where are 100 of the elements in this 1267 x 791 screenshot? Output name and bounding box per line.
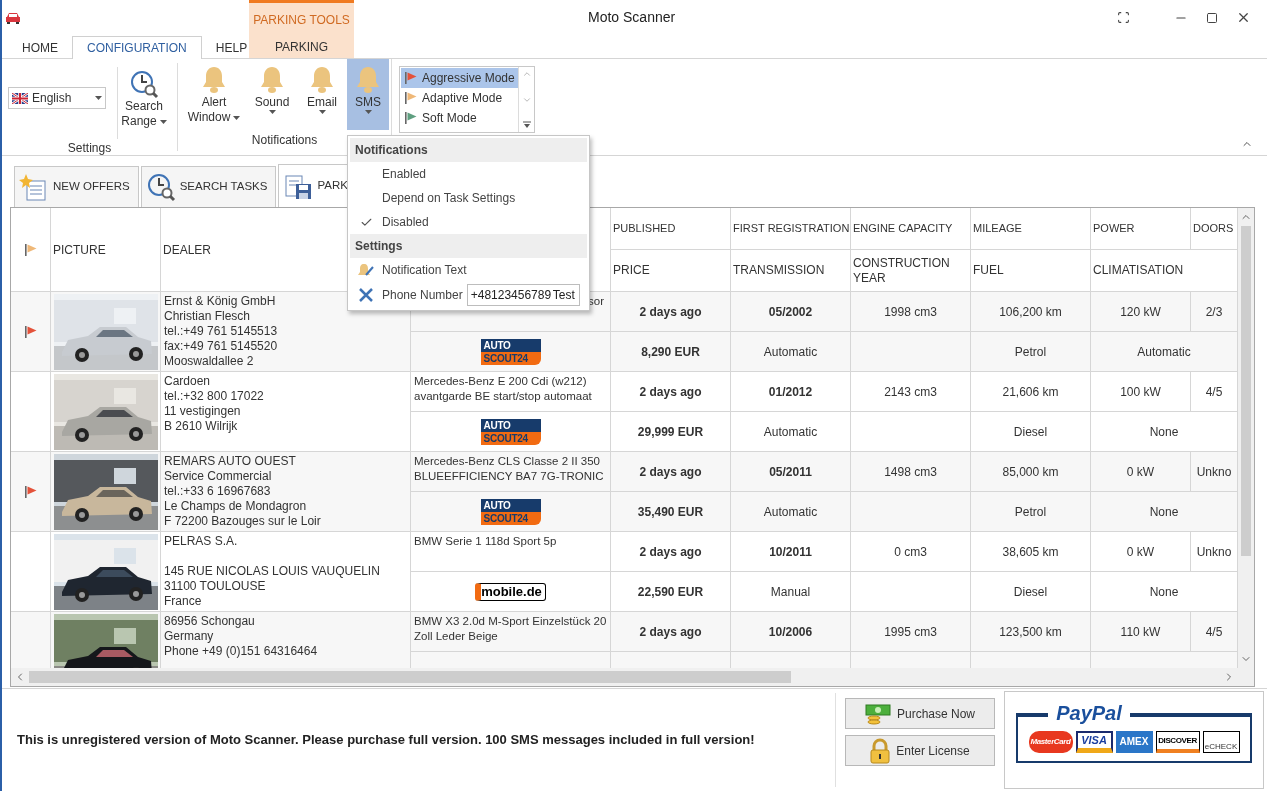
fullscreen-icon[interactable] [1117, 11, 1130, 24]
view-tab[interactable]: NEW OFFERS [14, 166, 139, 207]
flag-icon [23, 324, 38, 339]
table-cell: 2 days ago [611, 292, 731, 332]
mastercard-logo: MasterCard [1028, 731, 1073, 753]
column-header: FUEL [973, 263, 1004, 278]
money-icon [864, 702, 891, 725]
caret-icon [233, 116, 241, 121]
ribbon-tab[interactable]: PARKING [260, 35, 343, 58]
flag-icon [23, 484, 38, 499]
language-dropdown[interactable]: English [8, 87, 106, 109]
table-cell: 10/2011 [731, 532, 851, 572]
dealer-text: Phone +49 (0)151 64316464 [164, 644, 318, 659]
table-cell: 106,200 km [971, 292, 1091, 332]
dealer-text: France [164, 594, 202, 609]
table-cell: 10/2006 [731, 612, 851, 652]
table-cell: 85,000 km [971, 452, 1091, 492]
dealer-text: 31100 TOULOUSE [164, 579, 266, 594]
action-button[interactable]: Enter License [845, 735, 995, 766]
table-cell: 2 days ago [611, 452, 731, 492]
column-header: TRANSMISSION [733, 263, 825, 278]
menu-item[interactable]: Notification Text [350, 258, 587, 282]
ribbon-button[interactable]: Alert Window [185, 59, 243, 130]
ribbon-tab[interactable]: HOME [8, 36, 72, 59]
horizontal-scrollbar[interactable] [11, 668, 1254, 686]
unregistered-notice: This is unregistered version of Moto Scanner. Please purchase full version. 100 SMS messages included in full version! [17, 731, 755, 750]
table-cell: 120 kW [1091, 292, 1191, 332]
dealer-text: 145 RUE NICOLAS LOUIS VAUQUELIN [164, 564, 380, 579]
title-cell: BMW X3 2.0d M-Sport Einzelstück 20 Zoll Leder Beige [411, 612, 611, 652]
amex-logo: AMEX [1115, 731, 1153, 753]
padlock-icon [870, 737, 891, 764]
table-cell: 05/2002 [731, 292, 851, 332]
contextual-group-title: PARKING TOOLS [252, 12, 351, 29]
ribbon-button[interactable]: SMS [347, 59, 389, 130]
view-tab[interactable]: SEARCH TASKS [140, 166, 277, 207]
autoscout-logo: AUTO SCOUT24 [480, 338, 541, 365]
table-cell: 2 days ago [611, 612, 731, 652]
dealer-text: Mooswaldallee 2 [164, 354, 254, 369]
column-header: ENGINE CAPACITY [853, 221, 953, 237]
table-cell: 123,500 km [971, 612, 1091, 652]
dealer-text: B 2610 Wilrijk [164, 419, 238, 434]
autoscout-logo: AUTO SCOUT24 [480, 498, 541, 525]
column-header: DOORS [1193, 221, 1234, 237]
dealer-text: F 72200 Bazouges sur le Loir [164, 514, 321, 529]
caret-icon [159, 120, 167, 125]
dealer-text: Christian Flesch [164, 309, 251, 324]
column-header: CLIMATISATION [1093, 263, 1184, 278]
menu-item[interactable]: Disabled [350, 210, 587, 234]
caret-icon [318, 110, 326, 114]
vertical-scrollbar[interactable] [1238, 208, 1254, 668]
column-header: POWER [1093, 221, 1135, 237]
ribbon-button[interactable]: Search Range [118, 63, 170, 134]
mode-item[interactable]: Aggressive Mode [401, 68, 518, 88]
maximize-icon[interactable] [1206, 11, 1218, 24]
dealer-text: Le Champs de Mondagron [164, 499, 307, 514]
dealer-text: Cardoen [164, 374, 211, 389]
table-cell: 01/2012 [731, 372, 851, 412]
caret-icon [364, 110, 372, 114]
ribbon-button[interactable]: Email [301, 59, 343, 130]
more-icon[interactable] [521, 120, 532, 130]
scroll-up-icon[interactable] [521, 69, 532, 79]
mode-item[interactable]: Soft Mode [401, 108, 518, 128]
title-cell: Mercedes-Benz CLS Classe 2 II 350 BLUEEFFICIENCY BA7 7G-TRONIC [411, 452, 611, 492]
ribbon-tab[interactable]: HELP [201, 36, 262, 59]
caret-icon [95, 96, 102, 100]
table-cell: 0 cm3 [851, 532, 971, 572]
table-cell: 1498 cm3 [851, 452, 971, 492]
mobile-logo: mobile.de [475, 582, 546, 601]
dealer-text: 86956 Schongau [164, 614, 255, 629]
new-document-icon [19, 172, 49, 202]
menu-section-header: Notifications [350, 138, 587, 162]
caret-icon [268, 110, 276, 114]
dealer-text: Germany [164, 629, 214, 644]
table-cell: 0 kW [1091, 532, 1191, 572]
dealer-text: Ernst & König GmbH [164, 294, 276, 309]
action-button[interactable]: Purchase Now [845, 698, 995, 729]
clock-search-icon [129, 69, 159, 99]
close-icon[interactable] [1236, 10, 1251, 25]
dealer-text: tel.:+49 761 5145513 [164, 324, 278, 339]
visa-logo: VISA [1075, 731, 1113, 753]
dealer-text: Service Commercial [164, 469, 272, 484]
table-cell: 05/2011 [731, 452, 851, 492]
bell-icon [259, 65, 285, 95]
dealer-text: tel.:+32 800 17022 [164, 389, 264, 404]
table-cell: 2143 cm3 [851, 372, 971, 412]
mode-item[interactable]: Adaptive Mode [401, 88, 518, 108]
column-header: MILEAGE [973, 221, 1022, 237]
table-cell: 1995 cm3 [851, 612, 971, 652]
table-cell: 21,606 km [971, 372, 1091, 412]
ribbon-tab[interactable]: CONFIGURATION [72, 36, 202, 59]
ribbon-button[interactable]: Sound [247, 59, 297, 130]
autoscout-logo: AUTO SCOUT24 [480, 418, 541, 445]
column-header: PRICE [613, 263, 650, 278]
table-cell: 100 kW [1091, 372, 1191, 412]
group-label: Settings [66, 140, 113, 157]
dealer-text: PELRAS S.A. [164, 534, 238, 549]
column-header: PICTURE [53, 241, 106, 259]
tools-icon [358, 287, 374, 303]
echeck-logo: eCHECK [1202, 731, 1240, 753]
clock-search-icon [145, 172, 176, 202]
